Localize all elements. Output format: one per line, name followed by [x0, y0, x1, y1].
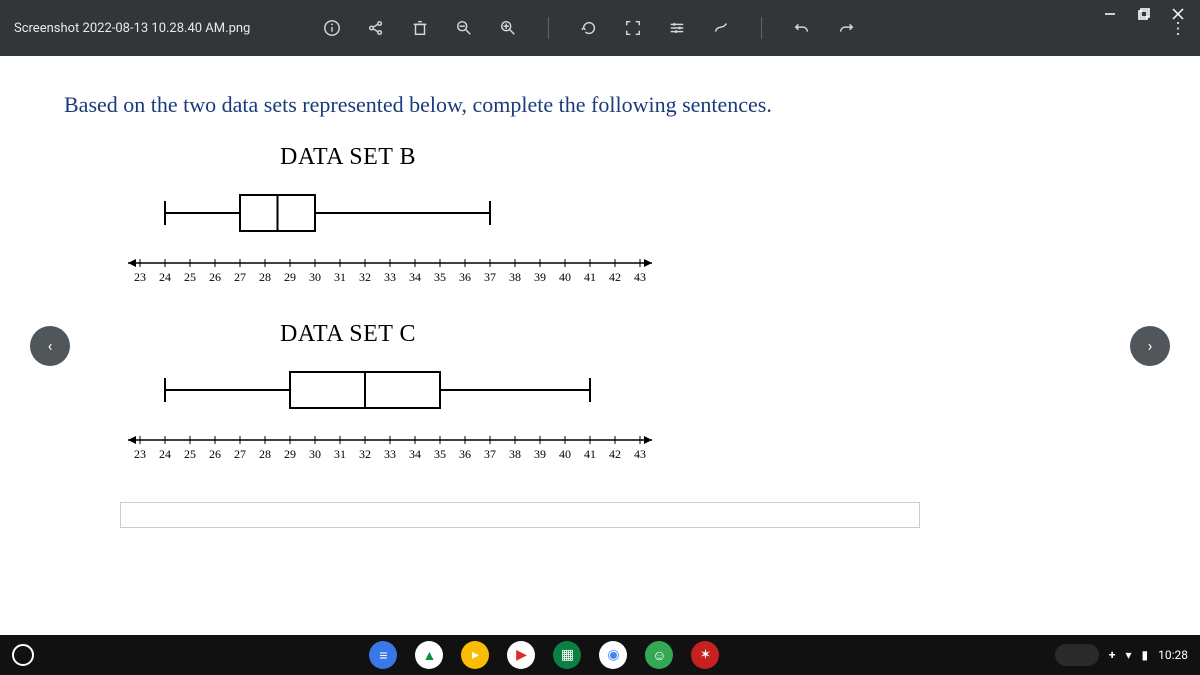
svg-text:37: 37	[484, 270, 496, 284]
info-icon[interactable]	[322, 18, 342, 38]
svg-text:39: 39	[534, 447, 546, 461]
shelf-app[interactable]: ◉	[599, 641, 627, 669]
battery-icon: ▮	[1142, 648, 1149, 662]
svg-text:25: 25	[184, 447, 196, 461]
svg-text:27: 27	[234, 270, 246, 284]
svg-text:30: 30	[309, 447, 321, 461]
fullscreen-icon[interactable]	[623, 18, 643, 38]
prev-image-button[interactable]: ‹	[30, 326, 70, 366]
svg-text:26: 26	[209, 270, 221, 284]
shelf-app[interactable]: ▸	[461, 641, 489, 669]
zoom-in-icon[interactable]	[498, 18, 518, 38]
boxplot-b: 23 24 25 26 27 28 29 30 31 32 33 34 35 36 37 38 39 40 41 42…	[120, 183, 660, 293]
shelf-apps: ≡ ▲ ▸ ▶ ▦ ◉ ☺ ✶	[34, 641, 1055, 669]
share-icon[interactable]	[366, 18, 386, 38]
shelf-app[interactable]: ▶	[507, 641, 535, 669]
shelf-app[interactable]: ▲	[415, 641, 443, 669]
tune-icon[interactable]	[667, 18, 687, 38]
delete-icon[interactable]	[410, 18, 430, 38]
chart-dataset-c: DATA SET C 23 24 25 26 27 28 29 30 31 32 33 34 35 36 3…	[120, 321, 1140, 474]
svg-text:36: 36	[459, 447, 471, 461]
notification-pill[interactable]	[1055, 644, 1099, 666]
svg-text:42: 42	[609, 447, 621, 461]
add-icon[interactable]: +	[1109, 648, 1116, 662]
svg-text:31: 31	[334, 270, 346, 284]
svg-text:41: 41	[584, 270, 596, 284]
svg-text:32: 32	[359, 270, 371, 284]
chart-title-c: DATA SET C	[280, 321, 1140, 348]
undo-icon[interactable]	[792, 18, 812, 38]
next-image-button[interactable]: ›	[1130, 326, 1170, 366]
svg-text:32: 32	[359, 447, 371, 461]
viewer-toolbar: Screenshot 2022-08-13 10.28.40 AM.png ⋮	[0, 0, 1200, 56]
launcher-button[interactable]	[12, 644, 34, 666]
file-name: Screenshot 2022-08-13 10.28.40 AM.png	[14, 21, 250, 36]
answer-input-area[interactable]	[120, 502, 920, 528]
chart-title-b: DATA SET B	[280, 144, 1140, 171]
svg-text:26: 26	[209, 447, 221, 461]
svg-text:36: 36	[459, 270, 471, 284]
svg-text:29: 29	[284, 270, 296, 284]
svg-text:25: 25	[184, 270, 196, 284]
status-tray[interactable]: + ▾ ▮ 10:28	[1055, 644, 1188, 666]
svg-text:42: 42	[609, 270, 621, 284]
clock: 10:28	[1158, 648, 1188, 662]
svg-text:35: 35	[434, 447, 446, 461]
svg-text:28: 28	[259, 447, 271, 461]
svg-text:31: 31	[334, 447, 346, 461]
prompt-text: Based on the two data sets represented b…	[64, 92, 1140, 118]
svg-text:34: 34	[409, 270, 421, 284]
redo-icon[interactable]	[836, 18, 856, 38]
svg-text:28: 28	[259, 270, 271, 284]
minimize-button[interactable]	[1102, 6, 1118, 22]
svg-text:40: 40	[559, 270, 571, 284]
close-button[interactable]	[1170, 6, 1186, 22]
restore-button[interactable]	[1136, 6, 1152, 22]
svg-text:23: 23	[134, 447, 146, 461]
svg-text:23: 23	[134, 270, 146, 284]
toolbar-separator	[761, 17, 762, 39]
svg-text:38: 38	[509, 270, 521, 284]
svg-text:29: 29	[284, 447, 296, 461]
boxplot-c: 23 24 25 26 27 28 29 30 31 32 33 34 35 36 37 38 39 40 41 42…	[120, 360, 660, 470]
svg-text:40: 40	[559, 447, 571, 461]
annotate-icon[interactable]	[711, 18, 731, 38]
svg-text:34: 34	[409, 447, 421, 461]
svg-text:43: 43	[634, 447, 646, 461]
svg-text:24: 24	[159, 447, 171, 461]
svg-text:38: 38	[509, 447, 521, 461]
shelf-app[interactable]: ☺	[645, 641, 673, 669]
image-view: ‹ › Based on the two data sets represent…	[0, 56, 1200, 635]
svg-text:35: 35	[434, 270, 446, 284]
svg-text:43: 43	[634, 270, 646, 284]
shelf-app[interactable]: ▦	[553, 641, 581, 669]
svg-text:41: 41	[584, 447, 596, 461]
svg-text:33: 33	[384, 447, 396, 461]
rotate-icon[interactable]	[579, 18, 599, 38]
chart-dataset-b: DATA SET B 23 24 25 26 27 28 29 30 31 32 33 34 35 36 3…	[120, 144, 1140, 297]
wifi-icon: ▾	[1125, 648, 1131, 662]
svg-text:27: 27	[234, 447, 246, 461]
shelf-app[interactable]: ≡	[369, 641, 397, 669]
svg-text:24: 24	[159, 270, 171, 284]
svg-text:37: 37	[484, 447, 496, 461]
svg-text:39: 39	[534, 270, 546, 284]
svg-text:33: 33	[384, 270, 396, 284]
zoom-out-icon[interactable]	[454, 18, 474, 38]
shelf-app[interactable]: ✶	[691, 641, 719, 669]
svg-text:30: 30	[309, 270, 321, 284]
shelf: ≡ ▲ ▸ ▶ ▦ ◉ ☺ ✶ + ▾ ▮ 10:28	[0, 635, 1200, 675]
toolbar-separator	[548, 17, 549, 39]
